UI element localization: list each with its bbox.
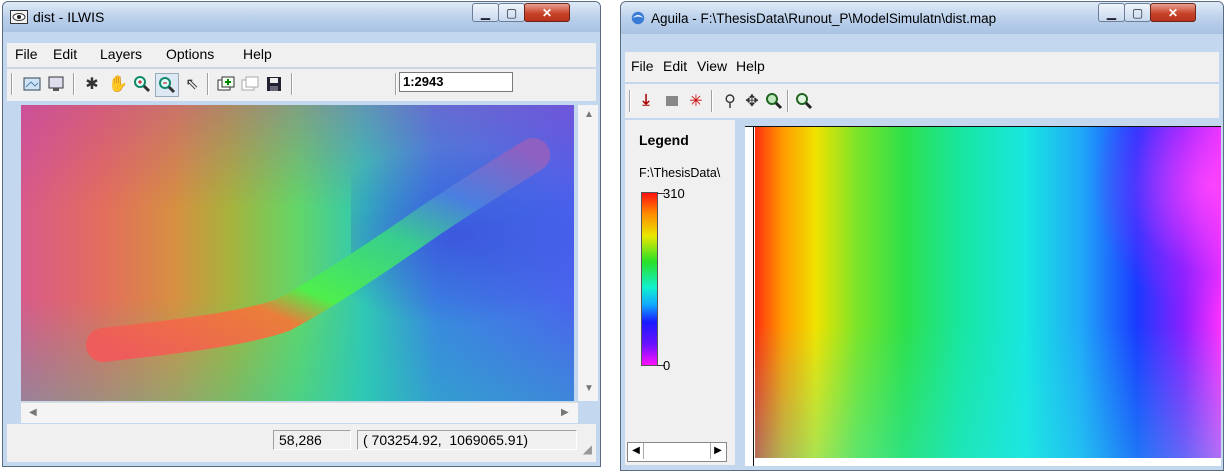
zoom-in-icon[interactable] bbox=[763, 90, 785, 112]
ilwis-statusbar: 58,286 ( 703254.92, 1069065.91) ◢ bbox=[7, 424, 596, 462]
zoom-in-icon[interactable] bbox=[131, 73, 153, 95]
legend-min-label: 0 bbox=[663, 358, 671, 373]
aguila-map-canvas[interactable] bbox=[745, 126, 1221, 466]
menu-edit[interactable]: Edit bbox=[53, 46, 77, 62]
ilwis-toolbar: ✱ ✋ ⇖ 1:2943 bbox=[7, 68, 596, 101]
ilwis-horizontal-scrollbar[interactable]: ◀ ▶ bbox=[21, 402, 578, 423]
runout-path bbox=[86, 138, 550, 362]
aguila-window-title: Aguila - F:\ThesisData\Runout_P\ModelSim… bbox=[651, 11, 997, 26]
eye-icon bbox=[10, 10, 28, 24]
toolbar-separator bbox=[711, 90, 713, 112]
toolbar-separator bbox=[787, 90, 789, 112]
toolbar-separator bbox=[73, 73, 75, 95]
pointer-star-icon[interactable]: ✱ bbox=[81, 73, 103, 95]
scroll-down-icon[interactable]: ▼ bbox=[584, 383, 594, 394]
menu-help[interactable]: Help bbox=[736, 58, 765, 74]
toolbar-separator bbox=[291, 73, 293, 95]
scale-field[interactable]: 1:2943 bbox=[399, 72, 513, 92]
menu-file[interactable]: File bbox=[631, 58, 654, 74]
add-layer-icon[interactable] bbox=[215, 73, 237, 95]
minimize-button[interactable]: ▁ bbox=[472, 3, 499, 22]
menu-help[interactable]: Help bbox=[243, 46, 272, 62]
close-button[interactable]: ✕ bbox=[1150, 3, 1196, 22]
status-row-col: 58,286 bbox=[273, 430, 351, 450]
scroll-up-icon[interactable]: ▲ bbox=[584, 109, 594, 120]
aguila-window: Aguila - F:\ThesisData\Runout_P\ModelSim… bbox=[620, 1, 1224, 471]
layers-icon[interactable] bbox=[239, 73, 261, 95]
maximize-icon: ▢ bbox=[505, 5, 518, 20]
menu-layers[interactable]: Layers bbox=[100, 46, 142, 62]
toolbar-grip bbox=[629, 90, 631, 112]
open-map-icon[interactable] bbox=[21, 73, 43, 95]
legend-file-label: F:\ThesisData\ bbox=[639, 166, 721, 180]
ilwis-menubar: File Edit Layers Options Help bbox=[7, 43, 596, 67]
map-axis-vertical bbox=[753, 126, 754, 466]
query-icon[interactable]: ⚲ bbox=[719, 90, 741, 112]
menu-options[interactable]: Options bbox=[166, 46, 214, 62]
aguila-menubar: File Edit View Help bbox=[625, 52, 1219, 82]
pan-hand-icon[interactable]: ✋ bbox=[107, 73, 129, 95]
display-icon[interactable] bbox=[45, 73, 67, 95]
maximize-button[interactable]: ▢ bbox=[1124, 3, 1151, 22]
legend-panel: Legend F:\ThesisData\ 310 0 ◀ ▶ bbox=[625, 120, 735, 465]
scroll-right-icon[interactable]: ▶ bbox=[561, 407, 569, 418]
aguila-raster-shading bbox=[755, 126, 1221, 458]
menu-file[interactable]: File bbox=[15, 46, 38, 62]
legend-heading: Legend bbox=[639, 132, 689, 148]
legend-down-icon[interactable]: ⤓ bbox=[635, 90, 657, 112]
scroll-left-icon[interactable]: ◀ bbox=[629, 443, 644, 459]
crosshair-icon[interactable]: ✳ bbox=[685, 90, 707, 112]
legend-color-ramp bbox=[641, 192, 658, 366]
toolbar-separator bbox=[207, 73, 209, 95]
scroll-right-icon[interactable]: ▶ bbox=[710, 443, 725, 459]
zoom-out-icon[interactable] bbox=[155, 73, 179, 97]
map-axis-horizontal bbox=[745, 126, 1221, 127]
save-icon[interactable] bbox=[263, 73, 285, 95]
aguila-logo-icon bbox=[631, 11, 645, 25]
resize-grip-icon[interactable]: ◢ bbox=[583, 442, 592, 456]
maximize-button[interactable]: ▢ bbox=[498, 3, 525, 22]
square-icon[interactable] bbox=[661, 90, 683, 112]
ilwis-window: dist - ILWIS ▁ ▢ ✕ File Edit Layers Opti… bbox=[2, 1, 601, 467]
menu-edit[interactable]: Edit bbox=[663, 58, 687, 74]
ilwis-window-title: dist - ILWIS bbox=[33, 9, 105, 25]
scroll-left-icon[interactable]: ◀ bbox=[29, 407, 37, 418]
toolbar-separator bbox=[395, 73, 397, 95]
legend-max-label: 310 bbox=[663, 186, 685, 201]
aguila-toolbar: ⤓ ✳ ⚲ ✥ bbox=[625, 84, 1219, 118]
maximize-icon: ▢ bbox=[1131, 5, 1144, 20]
move-icon[interactable]: ✥ bbox=[741, 90, 763, 112]
close-icon: ✕ bbox=[1167, 5, 1179, 20]
close-button[interactable]: ✕ bbox=[524, 3, 570, 22]
menu-view[interactable]: View bbox=[697, 58, 727, 74]
zoom-out-icon[interactable] bbox=[793, 90, 815, 112]
ilwis-vertical-scrollbar[interactable]: ▲ ▼ bbox=[578, 105, 598, 401]
legend-horizontal-scrollbar[interactable]: ◀ ▶ bbox=[627, 442, 727, 462]
status-coordinates: ( 703254.92, 1069065.91) bbox=[357, 430, 577, 450]
ilwis-map-view[interactable] bbox=[21, 105, 574, 401]
select-arrow-icon[interactable]: ⇖ bbox=[181, 73, 203, 95]
close-icon: ✕ bbox=[541, 5, 553, 20]
minimize-button[interactable]: ▁ bbox=[1098, 3, 1125, 22]
toolbar-grip bbox=[11, 73, 13, 95]
minimize-icon: ▁ bbox=[1106, 5, 1117, 20]
minimize-icon: ▁ bbox=[480, 5, 491, 20]
